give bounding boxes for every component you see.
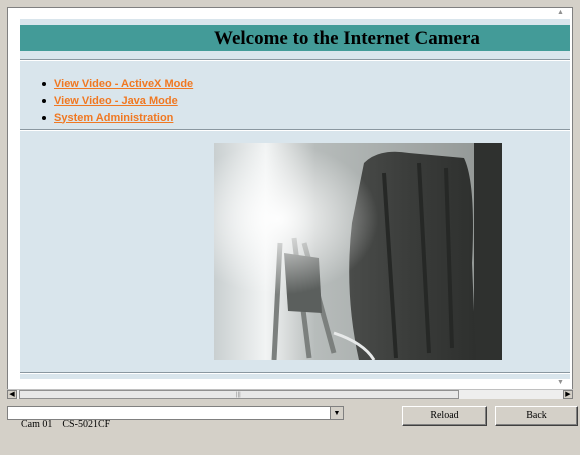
list-item: View Video - ActiveX Mode [42, 75, 193, 92]
divider [20, 129, 570, 131]
browser-viewport: Welcome to the Internet Camera View Vide… [7, 7, 573, 393]
bullet-icon [42, 81, 46, 86]
scroll-up-icon[interactable]: ▲ [557, 9, 565, 17]
java-mode-link[interactable]: View Video - Java Mode [54, 95, 178, 107]
list-item: View Video - Java Mode [42, 92, 193, 109]
scroll-down-icon[interactable]: ▼ [557, 379, 565, 387]
scroll-right-icon[interactable]: ▶ [563, 390, 573, 399]
bullet-icon [42, 115, 46, 120]
horizontal-scrollbar[interactable]: ◀ ||| ▶ [7, 389, 573, 399]
activex-mode-link[interactable]: View Video - ActiveX Mode [54, 78, 193, 90]
system-admin-link[interactable]: System Administration [54, 112, 173, 124]
title-bar: Welcome to the Internet Camera [20, 25, 570, 51]
reload-button[interactable]: Reload [402, 406, 487, 426]
divider [20, 59, 570, 61]
scrollbar-thumb[interactable]: ||| [19, 390, 459, 399]
divider [20, 372, 570, 374]
camera-select-value: Cam 01 CS-5021CF [21, 419, 111, 430]
camera-feed-image [214, 143, 502, 360]
back-button[interactable]: Back [495, 406, 578, 426]
control-bar: Cam 01 CS-5021CF ▼ Reload Back [0, 400, 580, 441]
link-list: View Video - ActiveX Mode View Video - J… [42, 75, 193, 126]
camera-select[interactable]: Cam 01 CS-5021CF ▼ [7, 406, 344, 430]
camera-page: Welcome to the Internet Camera View Vide… [20, 19, 570, 379]
list-item: System Administration [42, 109, 193, 126]
scroll-left-icon[interactable]: ◀ [7, 390, 17, 399]
page-title: Welcome to the Internet Camera [214, 28, 480, 49]
bullet-icon [42, 98, 46, 103]
grip-icon: ||| [236, 392, 241, 398]
chevron-down-icon[interactable]: ▼ [330, 407, 343, 419]
